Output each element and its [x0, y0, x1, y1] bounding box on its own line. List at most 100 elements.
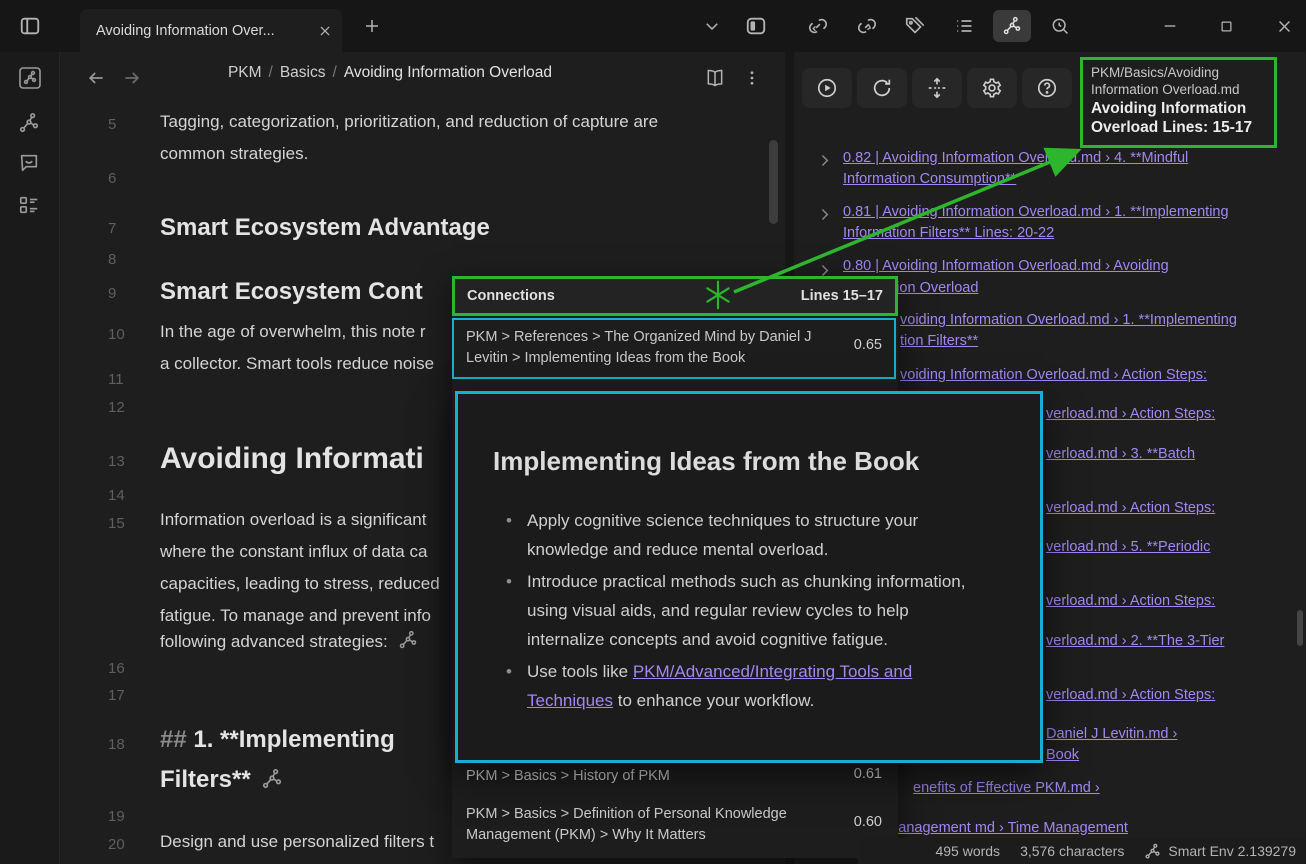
connection-link[interactable]: tion Filters** — [900, 333, 978, 349]
editor-line-text: following advanced strategies: — [160, 632, 388, 651]
smart-connections-ribbon-icon[interactable] — [18, 112, 42, 136]
editor-heading-avoiding-information[interactable]: Avoiding Informati — [160, 442, 424, 476]
layout-list-icon[interactable] — [18, 194, 42, 218]
incoming-links-icon[interactable] — [806, 14, 830, 38]
connection-result-item[interactable]: PKM > Basics > History of PKM 0.61 — [452, 758, 896, 792]
smart-connections-inline-icon[interactable] — [261, 768, 283, 790]
line-number: 13 — [108, 453, 125, 470]
breadcrumb-segment-current[interactable]: Avoiding Information Overload — [344, 64, 552, 81]
chevron-down-icon[interactable] — [700, 14, 724, 38]
annotation-note-title: Avoiding Information Overload Lines: 15-… — [1091, 99, 1266, 137]
editor-line[interactable]: Information overload is a significant — [160, 510, 426, 530]
line-number: 12 — [108, 399, 125, 416]
connection-link[interactable]: Information Consumption** — [843, 171, 1016, 187]
smart-env-status[interactable]: Smart Env 2.139279 — [1144, 843, 1296, 860]
connection-link[interactable]: 0.81 | Avoiding Information Overload.md … — [843, 204, 1229, 220]
sidebar-right-toggle-icon[interactable] — [744, 14, 768, 38]
editor-line[interactable]: Tagging, categorization, prioritization,… — [160, 112, 658, 132]
sidebar-left-toggle-icon[interactable] — [18, 14, 42, 38]
result-score: 0.60 — [854, 814, 882, 830]
settings-gear-button[interactable] — [967, 68, 1017, 108]
editor-heading-smart-ecosystem-advantage[interactable]: Smart Ecosystem Advantage — [160, 214, 490, 242]
collapse-chevron-icon[interactable] — [816, 206, 833, 223]
bullet-text: Apply cognitive science techniques to st… — [527, 511, 918, 559]
editor-line[interactable]: where the constant influx of data ca — [160, 542, 427, 562]
connection-link[interactable]: enefits of Effective PKM.md › — [913, 780, 1100, 796]
line-number: 17 — [108, 687, 125, 704]
forward-arrow-icon[interactable] — [120, 66, 144, 90]
editor-scrollbar-thumb[interactable] — [769, 140, 778, 224]
outline-list-icon[interactable] — [952, 14, 976, 38]
connection-link[interactable]: Information Filters** Lines: 20-22 — [843, 225, 1054, 241]
help-button[interactable] — [1022, 68, 1072, 108]
titlebar: Avoiding Information Over... — [0, 0, 1306, 52]
connection-link[interactable]: verload.md › 2. **The 3-Tier — [1046, 633, 1224, 649]
bullet-text: to enhance your workflow. — [613, 691, 814, 710]
window-minimize-icon[interactable] — [1158, 14, 1182, 38]
connection-link[interactable]: 0.80 | Avoiding Information Overload.md … — [843, 258, 1169, 274]
annotation-note-box: PKM/Basics/Avoiding Information Overload… — [1080, 57, 1277, 148]
connection-link[interactable]: verload.md › Action Steps: — [1046, 687, 1215, 703]
window-close-icon[interactable] — [1272, 14, 1296, 38]
tab-close-icon[interactable] — [318, 24, 332, 38]
play-button[interactable] — [802, 68, 852, 108]
collapse-chevron-icon[interactable] — [816, 152, 833, 169]
new-tab-plus-icon[interactable] — [360, 14, 384, 38]
editor-heading-smart-ecosystem-context[interactable]: Smart Ecosystem Cont — [160, 278, 423, 306]
connection-link[interactable]: verload.md › Action Steps: — [1046, 500, 1215, 516]
editor-line[interactable]: Design and use personalized filters t — [160, 832, 434, 852]
editor-line[interactable]: common strategies. — [160, 144, 308, 164]
window-maximize-icon[interactable] — [1214, 14, 1238, 38]
line-number: 11 — [108, 371, 124, 388]
connection-result-item[interactable]: PKM > References > The Organized Mind by… — [452, 318, 896, 379]
search-history-icon[interactable] — [1048, 14, 1072, 38]
smart-connections-boxed-icon[interactable] — [18, 66, 42, 90]
chat-smile-icon[interactable] — [18, 152, 42, 176]
connection-link[interactable]: Daniel J Levitin.md › — [1046, 726, 1177, 742]
editor-heading-implementing-filters-line1[interactable]: ## 1. **Implementing — [160, 726, 395, 754]
bullet-text: Introduce practical methods such as chun… — [527, 572, 965, 649]
result-text-line: PKM > Basics > History of PKM — [466, 766, 670, 787]
connection-result-item[interactable]: PKM > Basics > Definition of Personal Kn… — [452, 796, 896, 852]
editor-line[interactable]: capacities, leading to stress, reduced — [160, 574, 440, 594]
connection-link[interactable]: voiding Information Overload.md › Action… — [900, 367, 1207, 383]
annotation-file-path: PKM/Basics/Avoiding Information Overload… — [1091, 64, 1266, 98]
tooltip-bullet-list: Apply cognitive science techniques to st… — [503, 506, 988, 718]
popup-line-range: Lines 15–17 — [801, 288, 883, 304]
connection-link[interactable]: verload.md › 5. **Periodic — [1046, 539, 1210, 555]
breadcrumb-segment-basics[interactable]: Basics — [280, 64, 326, 81]
connection-link[interactable]: Book — [1046, 747, 1079, 763]
panel-scrollbar-thumb[interactable] — [1297, 610, 1303, 646]
note-preview-tooltip: Implementing Ideas from the Book Apply c… — [455, 391, 1043, 763]
outgoing-links-icon[interactable] — [855, 14, 879, 38]
connection-link[interactable]: verload.md › Action Steps: — [1046, 593, 1215, 609]
line-number: 6 — [108, 170, 116, 187]
bullet-text: Use tools like — [527, 662, 633, 681]
line-number: 18 — [108, 736, 125, 753]
smart-connections-inline-icon[interactable] — [398, 630, 418, 650]
refresh-button[interactable] — [857, 68, 907, 108]
connection-link[interactable]: verload.md › Action Steps: — [1046, 406, 1215, 422]
editor-line[interactable]: fatigue. To manage and prevent info — [160, 606, 431, 626]
connection-link[interactable]: voiding Information Overload.md › 1. **I… — [900, 312, 1237, 328]
editor-heading-implementing-filters-line2[interactable]: Filters** — [160, 766, 283, 794]
result-text-line: Levitin > Implementing Ideas from the Bo… — [466, 348, 745, 369]
connection-link[interactable]: me Management md › Time Management — [862, 820, 1128, 836]
editor-line[interactable]: In the age of overwhelm, this note r — [160, 322, 426, 342]
editor-line[interactable]: following advanced strategies: — [160, 630, 418, 652]
tooltip-bullet: Introduce practical methods such as chun… — [503, 567, 988, 654]
left-ribbon — [0, 52, 60, 864]
editor-line[interactable]: a collector. Smart tools reduce noise — [160, 354, 434, 374]
reading-mode-book-icon[interactable] — [703, 66, 727, 90]
smart-connections-icon[interactable] — [1000, 14, 1024, 38]
word-count: 495 words — [935, 843, 1000, 859]
back-arrow-icon[interactable] — [84, 66, 108, 90]
app-window: Avoiding Information Over... — [0, 0, 1306, 864]
connection-link[interactable]: verload.md › 3. **Batch — [1046, 446, 1195, 462]
fold-vertical-button[interactable] — [912, 68, 962, 108]
tags-icon[interactable] — [903, 14, 927, 38]
connection-link[interactable]: 0.82 | Avoiding Information Overload.md … — [843, 150, 1188, 166]
tab-avoiding-information-overload[interactable]: Avoiding Information Over... — [80, 9, 342, 52]
breadcrumb-segment-pkm[interactable]: PKM — [228, 64, 262, 81]
more-options-icon[interactable] — [740, 66, 764, 90]
